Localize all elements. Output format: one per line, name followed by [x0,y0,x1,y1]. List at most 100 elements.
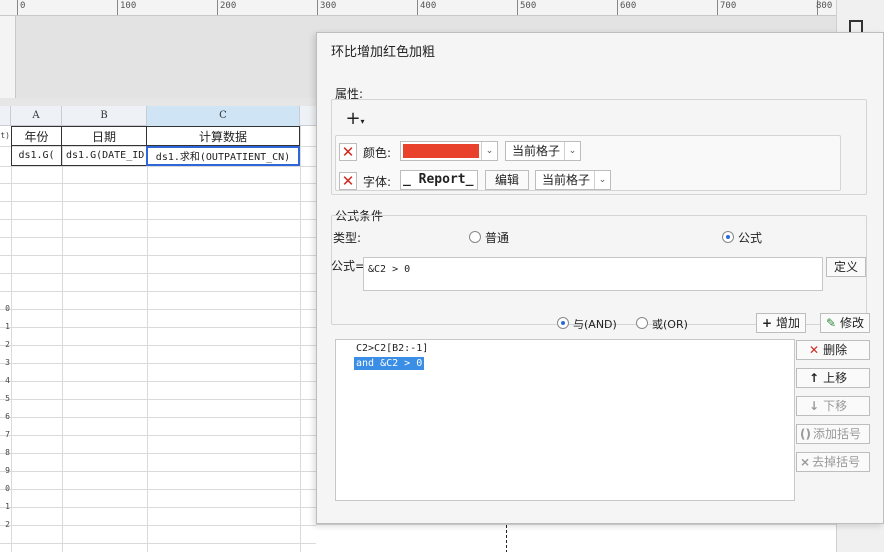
radio-formula[interactable] [722,231,734,243]
grid-line [0,381,316,382]
modify-condition-button[interactable]: ✎ 修改 [820,313,870,333]
move-down-button[interactable]: ↓ 下移 [796,396,870,416]
condition-list[interactable]: C2>C2[B2:-1] and &C2 > 0 [335,339,795,501]
color-picker[interactable]: ⌄ [400,141,498,161]
grid-line [0,453,316,454]
add-condition-button[interactable]: + 增加 [756,313,806,333]
column-headers: A B C [0,106,316,126]
grid-line [0,507,316,508]
row-number[interactable]: 4 [0,376,10,385]
plus-icon: + [761,316,773,330]
font-label: 字体: [363,175,392,189]
ruler-tick [617,0,618,15]
row-number[interactable]: 8 [0,448,10,457]
add-label: 增加 [776,316,801,330]
delete-icon: ✕ [809,343,820,357]
grid-line [0,399,316,400]
grid-line [0,489,316,490]
edit-icon: ✎ [825,316,837,330]
row-number[interactable]: t) [0,131,10,140]
delete-label: 删除 [823,343,848,357]
remove-color-icon[interactable]: ✕ [339,143,357,161]
row-number[interactable]: 1 [0,322,10,331]
cell-a2[interactable]: ds1.G( [11,146,62,166]
remove-bracket-button[interactable]: ⨯ 去掉括号 [796,452,870,472]
corner-cell[interactable] [0,106,11,126]
condition-item-selected[interactable]: and &C2 > 0 [354,357,425,370]
remove-font-icon[interactable]: ✕ [339,172,357,190]
grid-line [0,255,316,256]
row-number[interactable]: 0 [0,304,10,313]
formula-input[interactable]: &C2 > 0 [363,257,823,291]
ruler-tick [417,0,418,15]
row-number[interactable]: 7 [0,430,10,439]
add-bracket-label: 添加括号 [812,427,861,441]
ruler-tick [317,0,318,15]
grid-line [0,543,316,544]
row-number[interactable]: 1 [0,502,10,511]
ruler-tick [517,0,518,15]
type-normal-label: 普通 [485,231,510,245]
ruler-tick [17,0,18,15]
column-header-a[interactable]: A [11,106,62,126]
row-number[interactable]: 5 [0,394,10,403]
edit-font-button[interactable]: 编辑 [485,170,529,190]
move-up-button[interactable]: ↑ 上移 [796,368,870,388]
add-bracket-button[interactable]: () 添加括号 [796,424,870,444]
grid-line [0,309,316,310]
ruler-label: 500 [520,1,537,11]
row-number[interactable]: 9 [0,466,10,475]
color-scope-select[interactable]: 当前格子 ⌄ [505,141,581,161]
font-scope-select[interactable]: 当前格子 ⌄ [535,170,611,190]
grid-line [0,201,316,202]
chevron-down-icon: ⌄ [564,142,580,160]
cell-c2[interactable]: ds1.求和(OUTPATIENT_CN) [146,146,300,166]
row-number[interactable]: 6 [0,412,10,421]
row-number[interactable]: 3 [0,358,10,367]
radio-or[interactable] [636,317,648,329]
grid-line [0,327,316,328]
grid-line [0,525,316,526]
color-swatch [403,144,479,158]
cell-b2[interactable]: ds1.G(DATE_ID [61,146,147,166]
cell-c1[interactable]: 计算数据 [146,126,300,146]
and-label: 与(AND) [573,318,617,331]
remove-bracket-icon: ⨯ [800,455,811,469]
ruler-tick [117,0,118,15]
radio-normal[interactable] [469,231,481,243]
vertical-ruler [0,16,16,98]
row-number[interactable]: 0 [0,484,10,493]
chevron-down-icon: ⌄ [594,171,610,189]
color-scope-value: 当前格子 [512,144,561,158]
radio-and[interactable] [557,317,569,329]
grid-line [0,291,316,292]
ruler-label: 400 [420,1,437,11]
grid-line [0,237,316,238]
arrow-up-icon: ↑ [809,371,820,385]
condition-item[interactable]: C2>C2[B2:-1] [354,342,430,355]
dialog-title: 环比增加红色加粗 [331,45,436,60]
cell-a1[interactable]: 年份 [11,126,62,146]
plus-icon: + [345,108,361,129]
grid-line [0,345,316,346]
font-preview: _ Report_ [400,170,478,190]
ruler-label: 300 [320,1,337,11]
delete-button[interactable]: ✕ 删除 [796,340,870,360]
ruler-tick [217,0,218,15]
type-label: 类型: [333,231,362,245]
or-label: 或(OR) [652,318,688,331]
add-attribute-button[interactable]: +▾ [341,109,369,131]
cell-b1[interactable]: 日期 [61,126,147,146]
horizontal-ruler: 0 100 200 300 400 500 600 700 800 [0,0,836,16]
conditional-format-dialog: 环比增加红色加粗 属性: +▾ ✕ 颜色: ⌄ 当前格子 ⌄ ✕ 字体: _ R… [316,32,884,524]
font-scope-value: 当前格子 [542,173,591,187]
row-number[interactable]: 2 [0,520,10,529]
spreadsheet: A B C t) 0 1 2 3 4 5 6 7 8 9 0 1 2 年份 日期… [0,106,316,552]
move-up-label: 上移 [823,371,848,385]
remove-bracket-label: 去掉括号 [812,455,861,469]
arrow-down-icon: ↓ [809,399,820,413]
column-header-c[interactable]: C [147,106,300,126]
column-header-b[interactable]: B [62,106,147,126]
row-number[interactable]: 2 [0,340,10,349]
define-button[interactable]: 定义 [826,257,866,277]
